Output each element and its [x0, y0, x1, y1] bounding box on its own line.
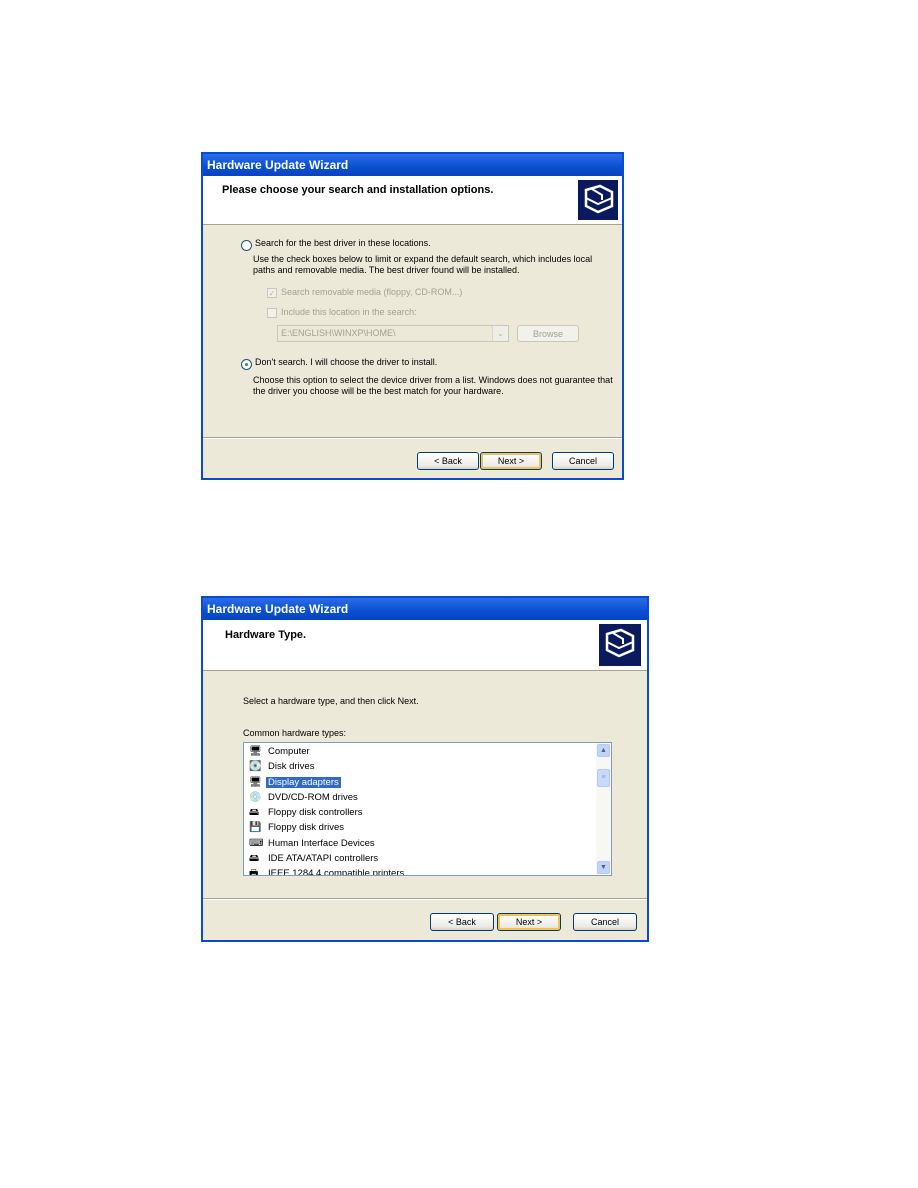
- list-item[interactable]: 🖥 Computer: [244, 744, 611, 759]
- list-item[interactable]: 💽 Disk drives: [244, 759, 611, 774]
- list-item[interactable]: 💿 DVD/CD-ROM drives: [244, 790, 611, 805]
- next-button[interactable]: Next >: [497, 913, 561, 931]
- chevron-down-icon[interactable]: ⌄: [492, 326, 508, 341]
- dont-search-radio[interactable]: [241, 359, 252, 370]
- list-item-label: IDE ATA/ATAPI controllers: [268, 853, 379, 865]
- title-bar: Hardware Update Wizard: [203, 154, 622, 176]
- list-items: 🖥 Computer 💽 Disk drives 🖥 Display adapters 💿 D…: [244, 743, 611, 876]
- removable-media-label: Search removable media (floppy, CD-ROM..…: [281, 287, 463, 297]
- next-button[interactable]: Next >: [480, 452, 542, 470]
- page-title: Please choose your search and installati…: [222, 184, 494, 196]
- list-item[interactable]: 🖴 Floppy disk controllers: [244, 805, 611, 820]
- list-item-label: Disk drives: [268, 761, 315, 773]
- back-button[interactable]: < Back: [417, 452, 479, 470]
- hid-icon: ⌨: [249, 837, 264, 849]
- wizard-dialog-search-options: Hardware Update Wizard Please choose you…: [201, 152, 624, 480]
- title-bar: Hardware Update Wizard: [203, 598, 647, 620]
- computer-icon: 🖥: [249, 746, 262, 757]
- list-item-label: Display adapters: [266, 776, 341, 788]
- search-description: Use the check boxes below to limit or ex…: [253, 254, 593, 275]
- list-item[interactable]: 💾 Floppy disk drives: [244, 820, 611, 835]
- dont-search-label[interactable]: Don't search. I will choose the driver t…: [255, 357, 437, 368]
- controller-icon: 🖴: [249, 807, 260, 819]
- wizard-header: Please choose your search and installati…: [203, 176, 622, 225]
- wizard-dialog-hardware-type: Hardware Update Wizard Hardware Type. Se…: [201, 596, 649, 942]
- list-item[interactable]: 🖶 IEEE 1284.4 compatible printers: [244, 866, 611, 876]
- location-combobox[interactable]: E:\ENGLISH\WINXP\HOME\ ⌄: [277, 325, 509, 342]
- wizard-header: Hardware Type.: [203, 620, 647, 671]
- page-title: Hardware Type.: [225, 629, 307, 641]
- list-item-label: Human Interface Devices: [268, 837, 375, 849]
- removable-media-checkbox[interactable]: ✓: [267, 288, 277, 298]
- include-location-checkbox[interactable]: [267, 308, 277, 318]
- footer-divider: [203, 437, 622, 439]
- cancel-button[interactable]: Cancel: [573, 913, 637, 931]
- scroll-thumb[interactable]: ≡: [597, 769, 610, 787]
- search-best-driver-radio[interactable]: [241, 240, 252, 251]
- instruction-text: Select a hardware type, and then click N…: [243, 696, 419, 706]
- list-item-label: Floppy disk drives: [268, 822, 345, 834]
- cdrom-icon: 💿: [249, 791, 262, 803]
- display-adapter-icon: 🖥: [249, 776, 262, 788]
- hardware-wizard-icon: [599, 624, 641, 666]
- browse-button[interactable]: Browse: [517, 325, 579, 342]
- cancel-button[interactable]: Cancel: [552, 452, 614, 470]
- disk-drive-icon: 💽: [249, 761, 262, 773]
- location-value: E:\ENGLISH\WINXP\HOME\: [281, 328, 396, 338]
- vertical-scrollbar[interactable]: ▲ ≡ ▼: [596, 743, 611, 875]
- footer-divider: [203, 898, 647, 900]
- include-location-label: Include this location in the search:: [281, 307, 417, 317]
- search-best-driver-label[interactable]: Search for the best driver in these loca…: [255, 238, 431, 249]
- printer-icon: 🖶: [249, 868, 259, 876]
- list-item-label: IEEE 1284.4 compatible printers: [268, 868, 405, 876]
- scroll-down-button[interactable]: ▼: [597, 861, 610, 874]
- list-item[interactable]: ⌨ Human Interface Devices: [244, 836, 611, 851]
- dont-search-description: Choose this option to select the device …: [253, 375, 613, 396]
- list-label: Common hardware types:: [243, 728, 347, 738]
- list-item-label: DVD/CD-ROM drives: [268, 791, 358, 803]
- back-button[interactable]: < Back: [430, 913, 494, 931]
- list-item[interactable]: 🖥 Display adapters: [244, 775, 611, 790]
- controller-icon: 🖴: [249, 853, 260, 865]
- list-item-label: Computer: [268, 746, 310, 757]
- list-item[interactable]: 🖴 IDE ATA/ATAPI controllers: [244, 851, 611, 866]
- floppy-icon: 💾: [249, 822, 262, 834]
- list-item-label: Floppy disk controllers: [268, 807, 363, 819]
- scroll-up-button[interactable]: ▲: [597, 744, 610, 757]
- hardware-wizard-icon: [578, 180, 618, 220]
- hardware-types-list[interactable]: 🖥 Computer 💽 Disk drives 🖥 Display adapters 💿 D…: [243, 742, 612, 876]
